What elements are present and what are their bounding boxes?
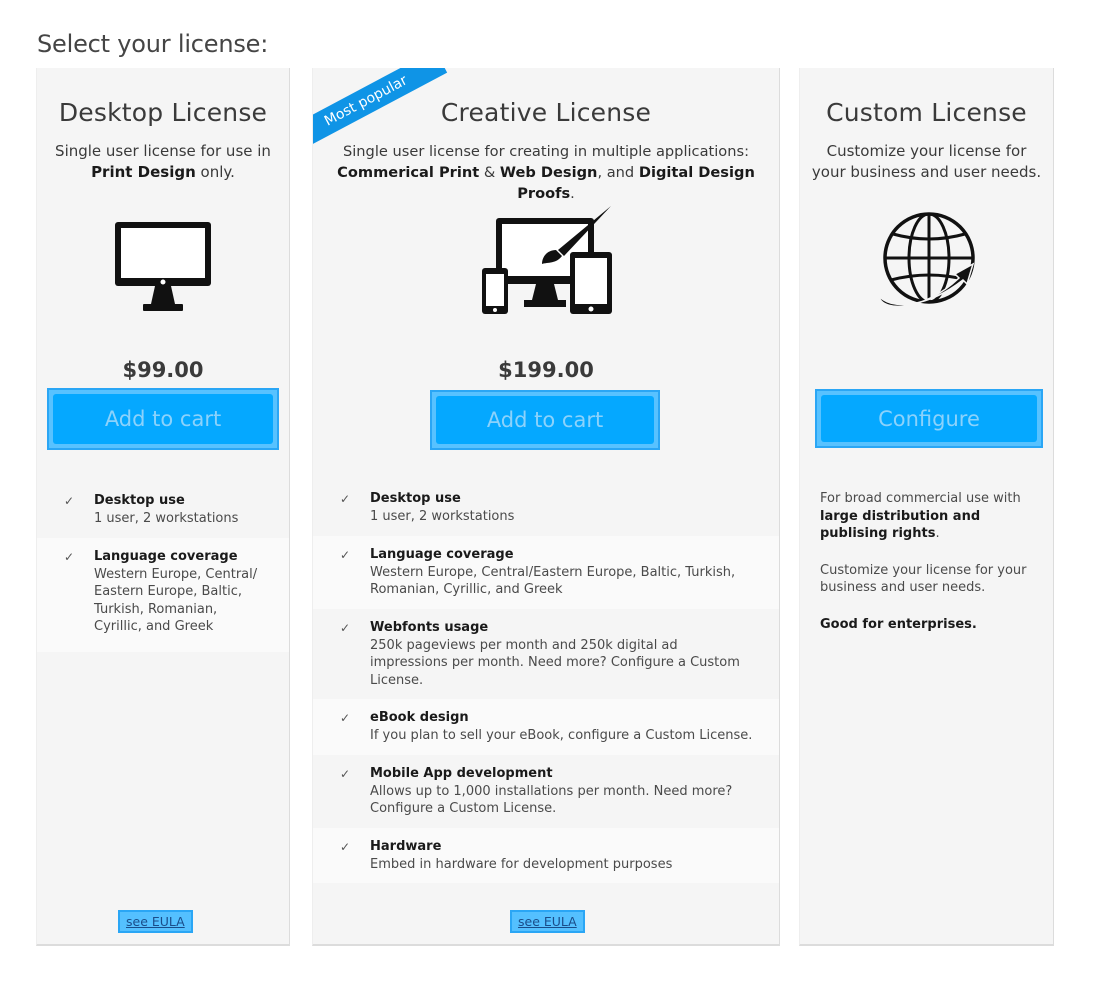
custom-detail-enterprise: Good for enterprises. (820, 616, 977, 632)
feature-title: Desktop use (370, 491, 461, 506)
checkmark-icon: ✓ (340, 620, 351, 635)
checkmark-icon: ✓ (64, 549, 75, 564)
desktop-license-card: Desktop License Single user license for … (36, 68, 290, 946)
checkmark-icon: ✓ (340, 492, 351, 506)
feature-item: ✓ eBook design If you plan to sell your … (313, 699, 779, 755)
feature-description: Western Europe, Central/ Eastern Europe,… (94, 566, 258, 635)
creative-license-description: Single user license for creating in mult… (337, 143, 755, 202)
checkmark-icon: ✓ (340, 766, 351, 781)
feature-item: ✓ Mobile App development Allows up to 1,… (313, 754, 779, 828)
creative-license-price: $199.00 (498, 358, 594, 382)
custom-detail-commercial: For broad commercial use with large dist… (820, 491, 1021, 541)
desktop-license-price: $99.00 (122, 358, 204, 382)
custom-license-description: Customize your license for your business… (811, 142, 1042, 181)
feature-description: If you plan to sell your eBook, configur… (370, 728, 753, 743)
creative-feature-list: ✓ Desktop use 1 user, 2 workstations ✓ L… (313, 480, 779, 883)
desktop-monitor-icon (37, 220, 289, 318)
custom-license-card: Custom License Customize your license fo… (799, 68, 1054, 946)
desktop-add-to-cart-button[interactable]: Add to cart (53, 394, 273, 444)
feature-item: ✓ Language coverage Western Europe, Cent… (313, 535, 779, 609)
feature-title: Language coverage (94, 548, 238, 564)
feature-item: ✓ Desktop use 1 user, 2 workstations (313, 480, 779, 536)
configure-button[interactable]: Configure (821, 395, 1037, 442)
feature-item: ✓ Desktop use 1 user, 2 workstations (37, 482, 289, 538)
feature-item: ✓ Hardware Embed in hardware for develop… (313, 827, 779, 883)
creative-license-title: Creative License (440, 98, 652, 127)
checkmark-icon: ✓ (340, 839, 351, 854)
checkmark-icon: ✓ (340, 547, 351, 562)
checkmark-icon: ✓ (340, 711, 351, 725)
feature-description: Western Europe, Central/Eastern Europe, … (370, 564, 736, 598)
feature-title: Webfonts usage (370, 619, 489, 635)
feature-description: 250k pageviews per month and 250k digita… (370, 637, 740, 688)
feature-title: Hardware (370, 838, 442, 854)
page-heading: Select your license: (37, 30, 269, 58)
checkmark-icon: ✓ (64, 494, 75, 508)
creative-add-to-cart-wrapper: Add to cart (430, 390, 660, 450)
feature-description: 1 user, 2 workstations (370, 509, 515, 524)
globe-arrow-icon (800, 208, 1053, 318)
creative-add-to-cart-button[interactable]: Add to cart (436, 396, 654, 444)
feature-title: Language coverage (370, 546, 514, 562)
feature-title: Desktop use (94, 493, 185, 508)
desktop-add-to-cart-wrapper: Add to cart (47, 388, 279, 450)
feature-item: ✓ Language coverage Western Europe, Cent… (37, 537, 289, 652)
custom-detail-customize: Customize your license for your business… (820, 562, 1027, 596)
desktop-feature-list: ✓ Desktop use 1 user, 2 workstations ✓ L… (37, 482, 289, 652)
feature-title: Mobile App development (370, 765, 553, 781)
feature-description: Embed in hardware for development purpos… (370, 856, 673, 872)
feature-description: 1 user, 2 workstations (94, 511, 239, 526)
custom-license-details: For broad commercial use with large dist… (820, 490, 1039, 652)
creative-eula-link[interactable]: see EULA (510, 910, 585, 933)
configure-button-wrapper: Configure (815, 389, 1043, 448)
custom-license-title: Custom License (826, 98, 1027, 127)
desktop-license-description: Single user license for use in Print Des… (55, 142, 271, 181)
desktop-license-title: Desktop License (58, 98, 268, 127)
multi-device-paintbrush-icon (313, 204, 779, 322)
feature-item: ✓ Webfonts usage 250k pageviews per mont… (313, 608, 779, 699)
desktop-eula-link[interactable]: see EULA (118, 910, 193, 933)
creative-license-card: Most popular Creative License Single use… (312, 68, 780, 946)
feature-description: Allows up to 1,000 installations per mon… (370, 783, 733, 817)
feature-title: eBook design (370, 710, 469, 725)
